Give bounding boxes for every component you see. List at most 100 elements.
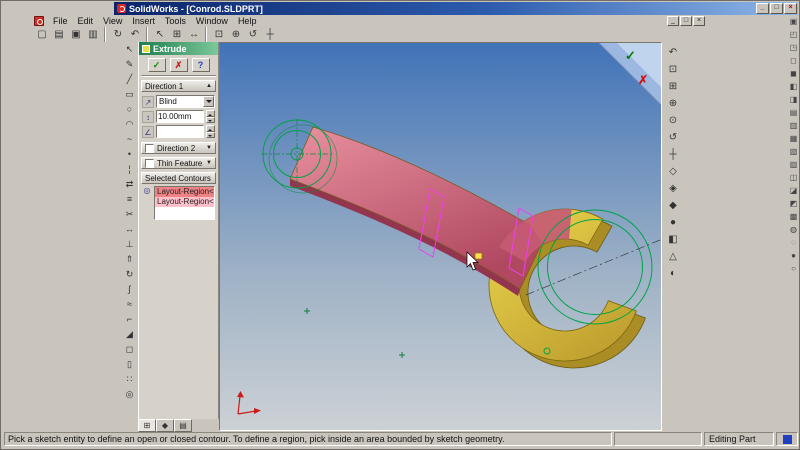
docked-tool-icon[interactable]: ▣ <box>788 15 800 28</box>
direction2-checkbox[interactable] <box>145 143 154 153</box>
toolbar-separator[interactable] <box>144 27 151 42</box>
menu-view[interactable]: View <box>98 15 127 27</box>
hidden-lines-removed-icon[interactable]: ◆ <box>665 197 682 214</box>
zoom-in-out-icon[interactable]: ⊕ <box>665 95 682 112</box>
maximize-button[interactable]: □ <box>770 3 783 14</box>
arc-icon[interactable]: ◠ <box>122 117 137 132</box>
docked-tool-icon[interactable]: ◧ <box>788 80 800 93</box>
spline-icon[interactable]: ~ <box>122 132 137 147</box>
docked-tool-icon[interactable]: ○ <box>788 262 800 275</box>
rebuild-icon[interactable]: ↻ <box>110 27 126 42</box>
select-icon[interactable]: ↖ <box>152 27 168 42</box>
combo-dropdown-button[interactable] <box>203 96 214 107</box>
revolve-icon[interactable]: ↻ <box>122 267 137 282</box>
sketch-icon[interactable]: ✎ <box>122 57 137 72</box>
depth-spinner[interactable] <box>206 110 215 123</box>
add-relation-icon[interactable]: ⊥ <box>122 237 137 252</box>
rectangle-icon[interactable]: ▭ <box>122 87 137 102</box>
loft-icon[interactable]: ≈ <box>122 297 137 312</box>
docked-tool-icon[interactable]: ● <box>788 249 800 262</box>
zoom-area-icon[interactable]: ⊕ <box>228 27 244 42</box>
cancel-icon[interactable]: ✗ <box>638 73 648 87</box>
docked-tool-icon[interactable]: ◪ <box>788 184 800 197</box>
doc-close-button[interactable]: × <box>693 16 705 26</box>
ok-button[interactable]: ✓ <box>147 58 166 72</box>
dimension-icon[interactable]: ↔ <box>186 27 202 42</box>
end-condition-combo[interactable]: Blind <box>156 95 215 108</box>
thin-feature-checkbox[interactable] <box>145 158 154 168</box>
expand-arrow-icon[interactable]: ▼ <box>206 160 212 166</box>
selected-contours-list[interactable]: Layout-Region<1>Layout-Region<2> <box>154 186 215 220</box>
docked-tool-icon[interactable]: ▦ <box>788 132 800 145</box>
accept-icon[interactable]: ✓ <box>625 48 636 63</box>
shell-icon[interactable]: ◻ <box>122 342 137 357</box>
thin-feature-group-header[interactable]: Thin Feature ▼ <box>141 157 216 169</box>
minimize-button[interactable]: _ <box>756 3 769 14</box>
menu-insert[interactable]: Insert <box>127 15 160 27</box>
trim-icon[interactable]: ✂ <box>122 207 137 222</box>
menu-tools[interactable]: Tools <box>160 15 191 27</box>
draft-input[interactable] <box>157 127 203 136</box>
offset-icon[interactable]: ≡ <box>122 192 137 207</box>
selected-contours-group-header[interactable]: Selected Contours <box>141 172 216 184</box>
rotate-view-icon[interactable]: ↺ <box>665 129 682 146</box>
docked-tool-icon[interactable]: ◫ <box>788 171 800 184</box>
point-icon[interactable]: • <box>122 147 137 162</box>
docked-tool-icon[interactable]: ▩ <box>788 210 800 223</box>
depth-input[interactable] <box>157 112 203 121</box>
docked-tool-icon[interactable]: ◨ <box>788 93 800 106</box>
pan-icon[interactable]: ┼ <box>262 27 278 42</box>
line-icon[interactable]: ╱ <box>122 72 137 87</box>
menu-help[interactable]: Help <box>233 15 262 27</box>
graphics-area[interactable]: ✓ ✗ <box>219 42 662 431</box>
zoom-fit-icon[interactable]: ⊡ <box>211 27 227 42</box>
direction2-group-header[interactable]: Direction 2 ▼ <box>141 142 216 154</box>
previous-view-icon[interactable]: ↶ <box>665 44 682 61</box>
zoom-selection-icon[interactable]: ⊙ <box>665 112 682 129</box>
wireframe-icon[interactable]: ◇ <box>665 163 682 180</box>
docked-tool-icon[interactable]: ▨ <box>788 158 800 171</box>
titlebar-caption[interactable]: SolidWorks - [Conrod.SLDPRT] <box>114 2 798 15</box>
dimension-icon[interactable]: ↔ <box>122 222 137 237</box>
centerline-icon[interactable]: ¦ <box>122 162 137 177</box>
print-icon[interactable]: ▥ <box>85 27 101 42</box>
docked-tool-icon[interactable]: ◌ <box>788 236 800 249</box>
docked-tool-icon[interactable]: ◼ <box>788 67 800 80</box>
fillet-icon[interactable]: ⌐ <box>122 312 137 327</box>
draft-spinner[interactable] <box>206 125 215 138</box>
zoom-fit-icon[interactable]: ⊡ <box>665 61 682 78</box>
circle-icon[interactable]: ○ <box>122 102 137 117</box>
doc-restore-button[interactable]: □ <box>680 16 692 26</box>
shaded-icon[interactable]: ● <box>665 214 682 231</box>
docked-tool-icon[interactable]: ◍ <box>788 223 800 236</box>
pattern-icon[interactable]: ∷ <box>122 372 137 387</box>
menu-edit[interactable]: Edit <box>73 15 99 27</box>
rotate-view-icon[interactable]: ↺ <box>245 27 261 42</box>
perspective-icon[interactable]: △ <box>665 248 682 265</box>
collapse-arrow-icon[interactable]: ▲ <box>206 83 212 89</box>
docked-tool-icon[interactable]: ▥ <box>788 119 800 132</box>
toolbar-separator[interactable] <box>102 27 109 42</box>
curvature-icon[interactable]: ◐ <box>665 265 682 282</box>
pan-icon[interactable]: ┼ <box>665 146 682 163</box>
cancel-button[interactable]: ✗ <box>169 58 188 72</box>
close-button[interactable]: × <box>784 3 797 14</box>
doc-minimize-button[interactable]: _ <box>667 16 679 26</box>
docked-tool-icon[interactable]: ◰ <box>788 28 800 41</box>
part-document-icon[interactable] <box>34 16 44 26</box>
chamfer-icon[interactable]: ◢ <box>122 327 137 342</box>
open-icon[interactable]: ▤ <box>51 27 67 42</box>
extrude-icon[interactable]: ⇑ <box>122 252 137 267</box>
select-icon[interactable]: ↖ <box>122 42 137 57</box>
docked-tool-icon[interactable]: ▤ <box>788 106 800 119</box>
sketch-grid-icon[interactable]: ⊞ <box>169 27 185 42</box>
menu-window[interactable]: Window <box>191 15 233 27</box>
menu-file[interactable]: File <box>48 15 73 27</box>
hidden-lines-visible-icon[interactable]: ◈ <box>665 180 682 197</box>
docked-tool-icon[interactable]: ◳ <box>788 41 800 54</box>
section-view-icon[interactable]: ◧ <box>665 231 682 248</box>
new-document-icon[interactable]: ▢ <box>34 27 50 42</box>
save-icon[interactable]: ▣ <box>68 27 84 42</box>
zoom-area-icon[interactable]: ⊞ <box>665 78 682 95</box>
hole-icon[interactable]: ◎ <box>122 387 137 402</box>
